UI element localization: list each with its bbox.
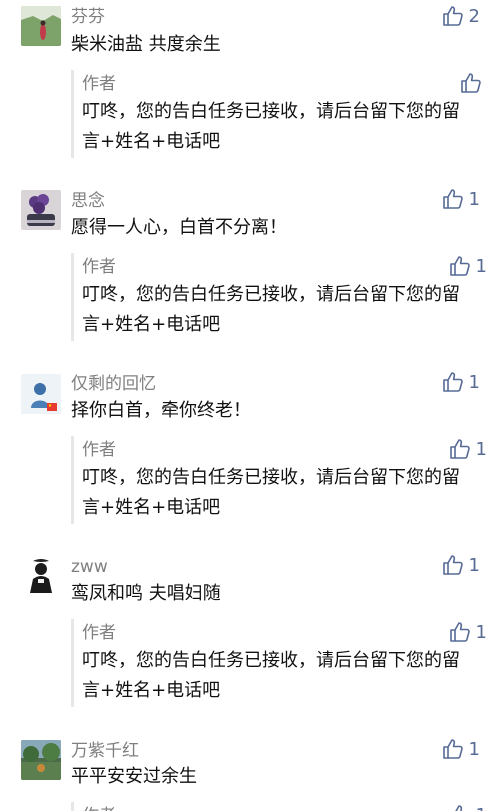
like-count: 1 (468, 554, 480, 576)
reply-text: 叮咚，您的告白任务已接收，请后台留下您的留言+姓名+电话吧 (82, 101, 460, 152)
reply-author: 作者 (82, 805, 116, 811)
comment-username[interactable]: zww (71, 556, 108, 578)
avatar-photo-icon (21, 740, 61, 780)
reply-like-count: 1 (476, 805, 484, 811)
reply-author: 作者 (82, 257, 116, 277)
reply-like-button[interactable]: 1 (449, 255, 487, 277)
like-count: 2 (468, 5, 480, 27)
comment-text: 愿得一人心，白首不分离！ (71, 217, 287, 238)
like-button[interactable]: 1 (442, 554, 480, 576)
thumbs-up-icon (449, 622, 470, 642)
comment-text: 择你白首，牵你终老！ (71, 400, 251, 421)
avatar-photo-icon (27, 194, 55, 226)
thumbs-up-icon (449, 439, 470, 459)
reply-block: 作者 叮咚，您的告白任务已接收，请后台留下您的留言+姓名+电话吧 (71, 70, 484, 158)
thumbs-up-icon (454, 805, 462, 811)
like-count: 1 (468, 188, 480, 210)
thumbs-up-icon (461, 73, 481, 93)
avatar[interactable] (21, 557, 61, 597)
avatar-photo-icon (30, 559, 52, 593)
reply-like-button[interactable]: 1 (449, 621, 487, 643)
comment-username[interactable]: 芬芬 (71, 6, 105, 28)
reply-author: 作者 (82, 623, 116, 643)
like-count: 1 (468, 371, 480, 393)
reply-like-button[interactable]: 1 (449, 804, 484, 811)
like-count: 1 (468, 738, 480, 760)
reply-like-count: 1 (475, 621, 487, 643)
avatar[interactable] (21, 740, 61, 780)
avatar[interactable] (21, 6, 61, 46)
like-button[interactable]: 1 (442, 188, 480, 210)
reply-block: 作者 1 叮咚，您的告白任务已接收，请后台留下您的留言+姓名+电话吧 (71, 253, 487, 341)
reply-like-button[interactable]: 1 (449, 438, 487, 460)
comment-text: 鸾凤和鸣 夫唱妇随 (71, 583, 221, 604)
reply-text: 叮咚，您的告白任务已接收，请后台留下您的留言+姓名+电话吧 (82, 284, 460, 335)
like-button[interactable]: 2 (442, 5, 480, 27)
reply-block: 作者 1 (71, 802, 484, 811)
thumbs-up-icon (442, 739, 463, 759)
avatar[interactable] (21, 374, 61, 414)
thumbs-up-icon (442, 6, 463, 26)
thumbs-up-icon (442, 372, 463, 392)
reply-block: 作者 1 叮咚，您的告白任务已接收，请后台留下您的留言+姓名+电话吧 (71, 619, 487, 707)
like-button[interactable]: 1 (442, 738, 480, 760)
reply-text: 叮咚，您的告白任务已接收，请后台留下您的留言+姓名+电话吧 (82, 467, 460, 518)
avatar-photo-icon (21, 6, 61, 46)
reply-author: 作者 (82, 74, 116, 94)
reply-block: 作者 1 叮咚，您的告白任务已接收，请后台留下您的留言+姓名+电话吧 (71, 436, 487, 524)
reply-text: 叮咚，您的告白任务已接收，请后台留下您的留言+姓名+电话吧 (82, 650, 460, 701)
like-button[interactable]: 1 (442, 371, 480, 393)
avatar-photo-icon (21, 374, 61, 414)
reply-like-count: 1 (475, 438, 487, 460)
thumbs-up-icon (449, 256, 470, 276)
thumbs-up-icon (442, 189, 463, 209)
reply-like-button[interactable] (460, 72, 487, 94)
comment-username[interactable]: 万紫千红 (71, 740, 139, 762)
reply-like-count: 1 (475, 255, 487, 277)
thumbs-up-icon (442, 555, 463, 575)
comment-username[interactable]: 仅剩的回忆 (71, 373, 156, 395)
comment-text: 柴米油盐 共度余生 (71, 34, 221, 55)
reply-author: 作者 (82, 440, 116, 460)
comment-username[interactable]: 思念 (71, 190, 105, 212)
avatar[interactable] (21, 190, 61, 230)
comment-text: 平平安安过余生 (71, 766, 197, 787)
